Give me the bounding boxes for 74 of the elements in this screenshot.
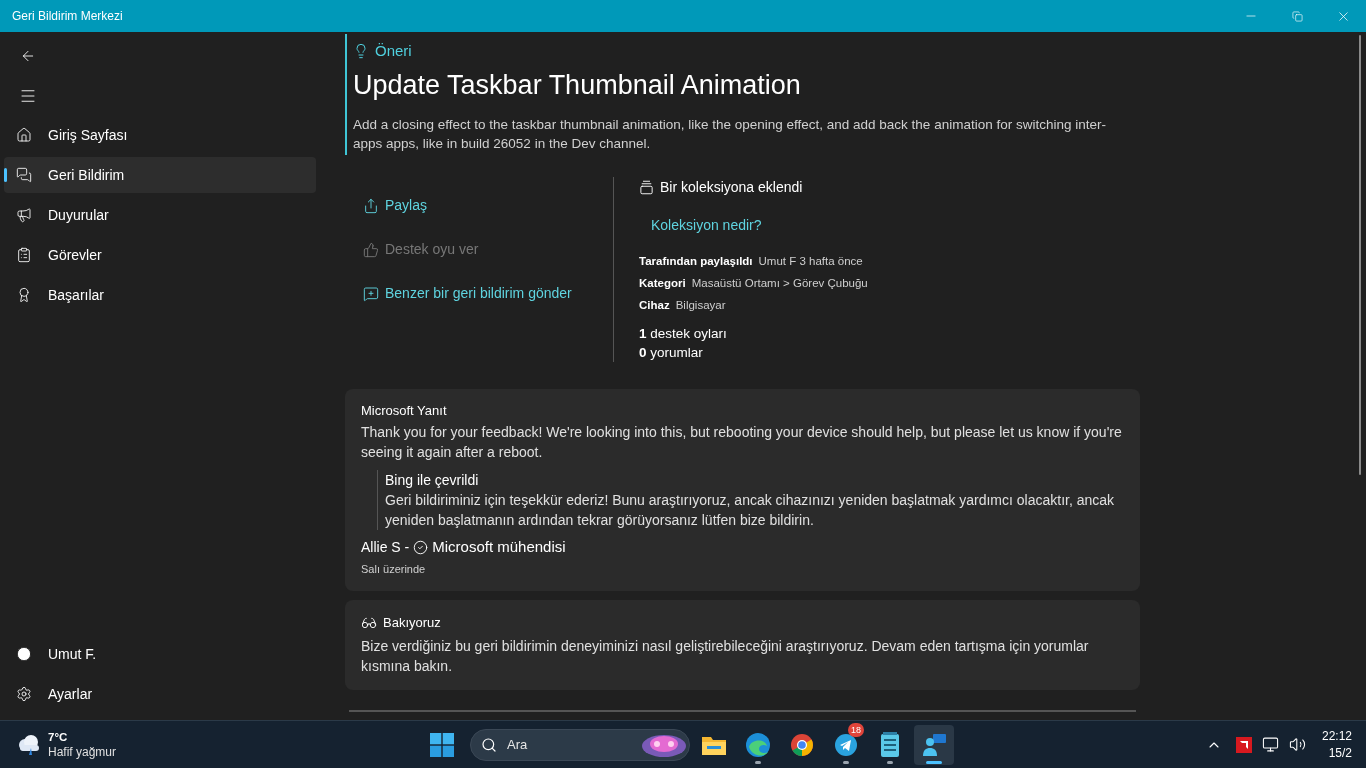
chrome-icon (790, 732, 814, 757)
response-heading: Microsoft Yanıt (361, 401, 448, 420)
selection-indicator (4, 168, 7, 182)
cloud-rain-icon (16, 733, 42, 756)
search-field[interactable]: Ara (507, 734, 627, 755)
window-title: Geri Bildirim Merkezi (12, 8, 123, 24)
award-icon (16, 287, 32, 303)
search-icon (481, 736, 497, 753)
author-name: Allie S - (361, 537, 410, 557)
running-indicator (887, 760, 893, 764)
thumbs-up-icon (363, 241, 379, 258)
translation-heading: Bing ile çevrildi (385, 471, 480, 490)
action-link[interactable]: Benzer bir geri bildirim gönder (363, 282, 613, 305)
verified-icon (413, 539, 429, 555)
menu-icon (19, 87, 37, 105)
restore-icon (1291, 10, 1303, 22)
back-icon (20, 48, 36, 64)
status-body: Bize verdiğiniz bu geri bildirimin deneyiminizi nasıl geliştirebileceğini araştırıyoruz. Devam eden tartışma için yorumlar kısmına bakın. (361, 636, 1090, 676)
weather-temperature: 7°C (48, 729, 69, 745)
windows-logo-icon (430, 732, 454, 757)
field-label: Kategori (639, 275, 686, 291)
notification-badge: 18 (848, 722, 864, 737)
weather-condition: Hafif yağmur (48, 744, 117, 760)
home-icon (16, 127, 32, 143)
weather-widget[interactable]: 7°C Hafif yağmur (12, 729, 312, 760)
running-indicator (926, 760, 942, 764)
field-value: Masaüstü Ortamı > Görev Çubuğu (691, 275, 868, 291)
author-role: Microsoft mühendisi (432, 537, 566, 557)
paper-plane-icon (834, 732, 858, 757)
post-title: Update Taskbar Thumbnail Animation (353, 68, 802, 102)
share-icon (363, 197, 379, 214)
lightbulb-icon (353, 43, 369, 60)
post-type: Öneri (375, 41, 412, 61)
collection-icon (639, 179, 654, 195)
taskbar-search-bar[interactable]: Ara (470, 728, 690, 761)
response-time: Salı üzerinde (361, 561, 427, 577)
collection-status: Bir koleksiyona eklendi (660, 177, 803, 197)
scrollbar[interactable] (1359, 35, 1361, 475)
volume-icon[interactable] (1288, 736, 1306, 753)
edge-icon (745, 731, 771, 758)
action-link[interactable]: Paylaş (363, 194, 613, 217)
field-value: Bilgisayar (675, 297, 726, 313)
sidebar-item[interactable]: Görevler (4, 237, 316, 273)
sidebar-item[interactable]: Umut F. (4, 636, 316, 672)
field-label: Tarafından paylaşıldı (639, 253, 753, 269)
chat-bubbles-icon (16, 167, 32, 183)
field-label: Cihaz (639, 297, 670, 313)
response-body: Thank you for your feedback! We're looking into this, but rebooting your device should help, but please let us know if you're seeing it again after a reboot. (361, 423, 1123, 462)
post-description: Add a closing effect to the taskbar thumbnail animation, like the opening effect, and add back the animation for switching inter-apps apps, like in build 26052 in the Dev channel. (353, 115, 1107, 153)
collection-link[interactable]: Koleksiyon nedir? (651, 214, 868, 236)
field-value: Umut F 3 hafta önce (758, 253, 863, 269)
sidebar-item[interactable]: Geri Bildirim (4, 157, 316, 193)
amd-icon[interactable] (1235, 736, 1252, 753)
notepad-icon (880, 731, 900, 758)
chat-plus-icon (363, 285, 379, 302)
network-icon[interactable] (1261, 736, 1279, 753)
taskbar-app[interactable] (914, 724, 954, 765)
stat-text: 1 destek oyları (639, 324, 728, 343)
sidebar-item[interactable]: Giriş Sayfası (4, 117, 316, 153)
translation-body: Geri bildiriminiz için teşekkür ederiz! Bunu araştırıyoruz, ancak cihazınızı yeniden başlatmak yardımcı olacaktır, ancak yeniden başlatmanın ardından tekrar görüyorsanız lütfen bize bildirin. (385, 491, 1116, 530)
clock[interactable]: 22:12 15/2 (1321, 727, 1352, 762)
running-indicator (755, 760, 761, 764)
running-indicator (843, 760, 849, 764)
sidebar-item[interactable]: Ayarlar (4, 676, 316, 712)
clipboard-icon (16, 247, 32, 263)
stat-text: 0 yorumlar (639, 343, 704, 362)
sidebar-item[interactable]: Başarılar (4, 277, 316, 313)
settings-icon (16, 686, 32, 702)
status-heading: Bakıyoruz (383, 614, 441, 632)
sidebar-item[interactable]: Duyurular (4, 197, 316, 233)
taskbar-app[interactable]: 18 (826, 724, 866, 765)
person-chat-icon (921, 731, 947, 758)
user-icon (16, 646, 32, 662)
megaphone-icon (16, 207, 32, 223)
